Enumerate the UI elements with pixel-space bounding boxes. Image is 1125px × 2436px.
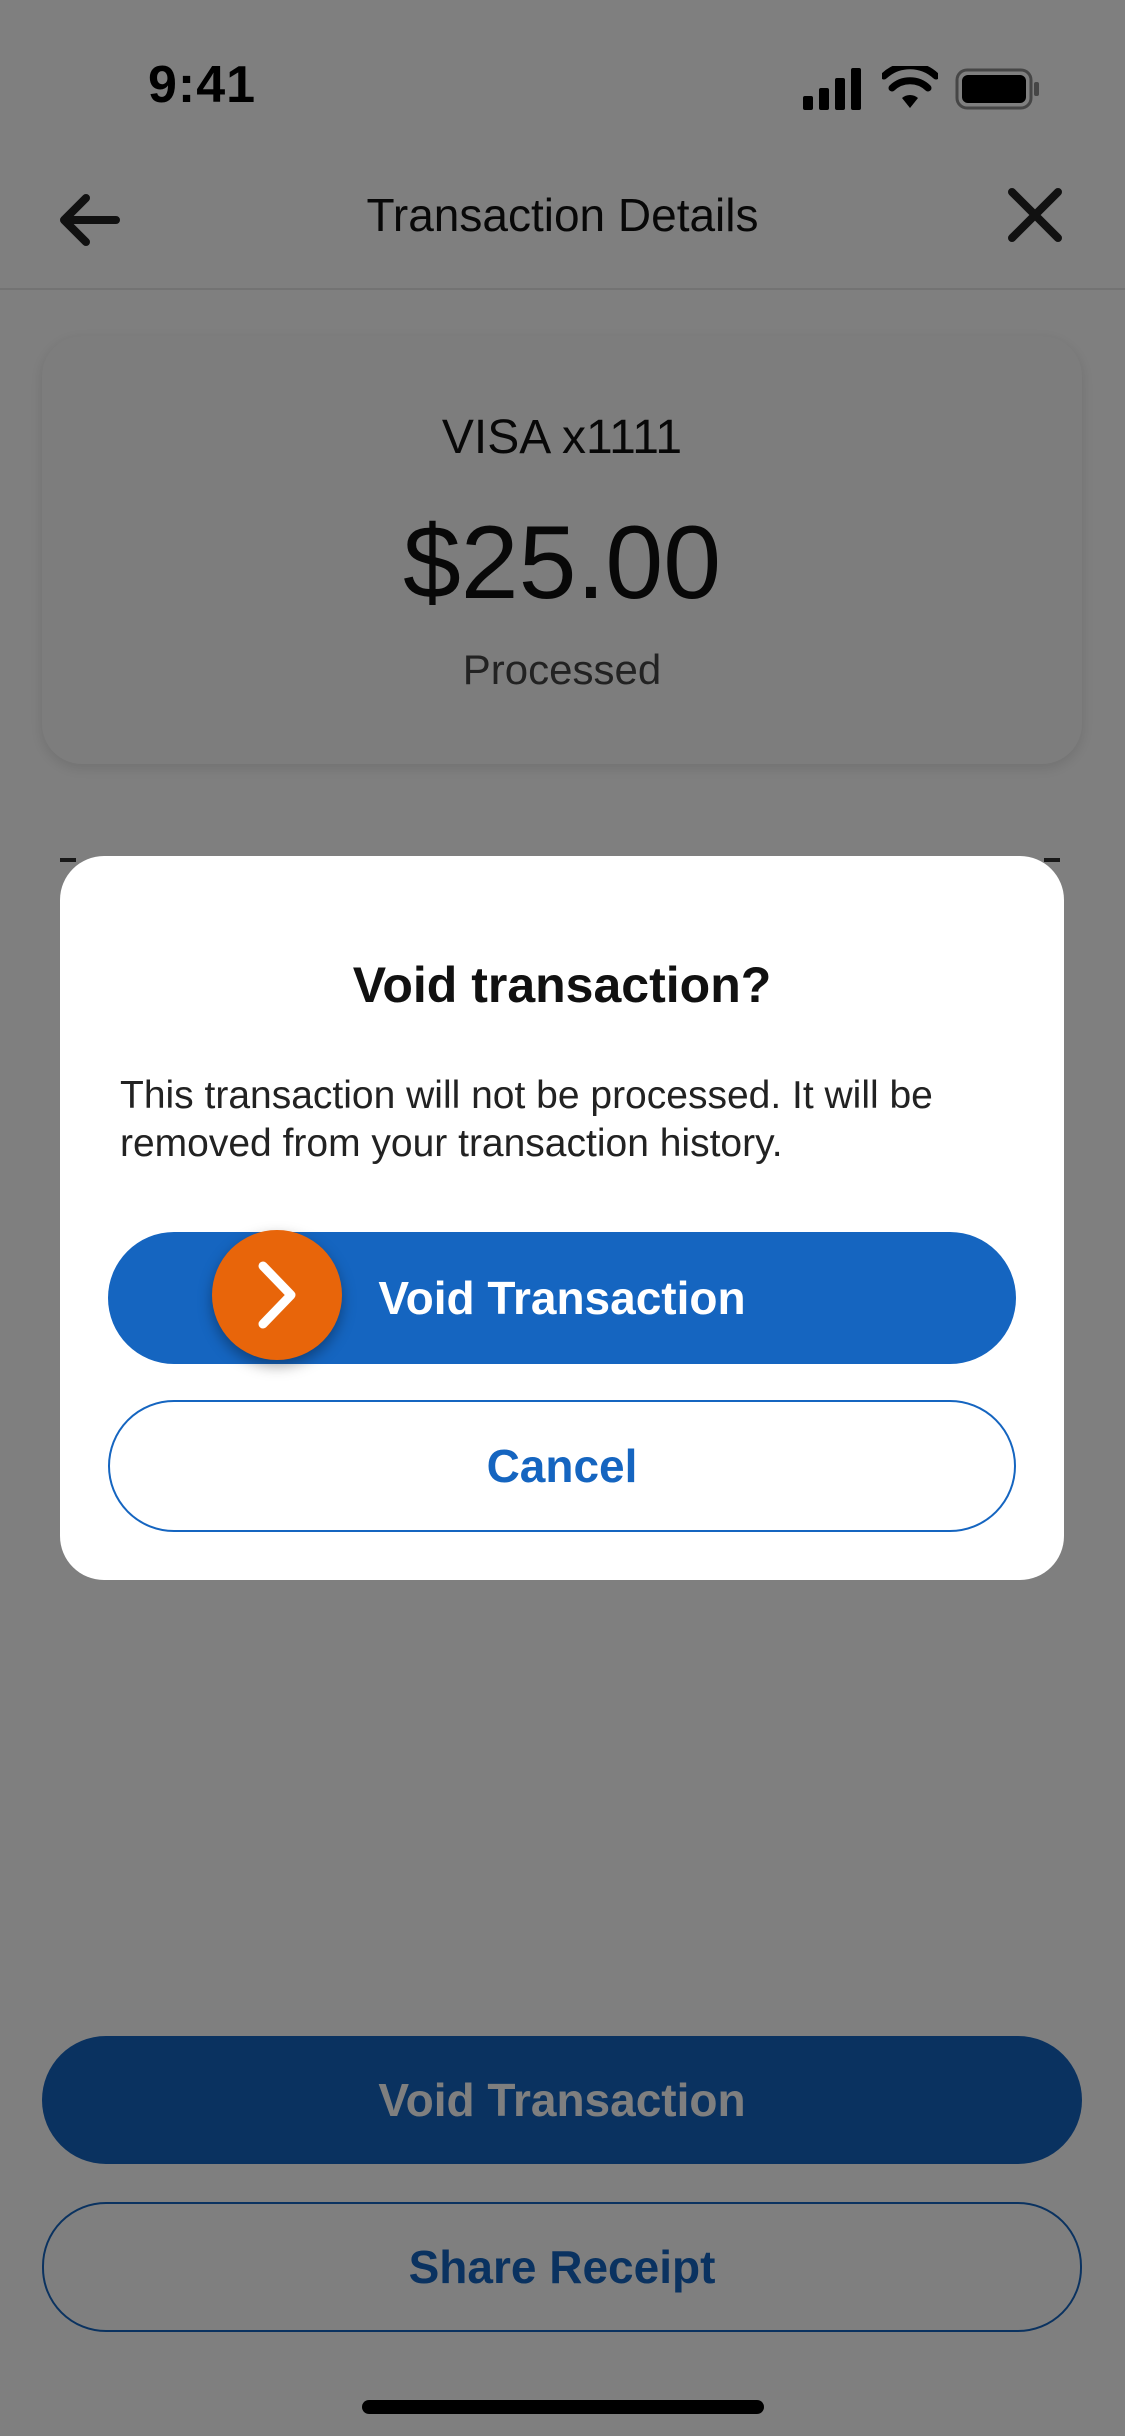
dialog-title: Void transaction?	[352, 957, 772, 1013]
cancel-button[interactable]: Cancel	[108, 1400, 1016, 1532]
transaction-details-screen: 9:41 Transaction Details VISA x1111	[0, 0, 1125, 2436]
void-confirmation-dialog: Void transaction? This transaction will …	[60, 856, 1064, 1580]
chevron-right-icon	[258, 1261, 296, 1329]
dialog-message: This transaction will not be processed. …	[120, 1074, 933, 1165]
tap-hint-indicator	[212, 1230, 342, 1360]
